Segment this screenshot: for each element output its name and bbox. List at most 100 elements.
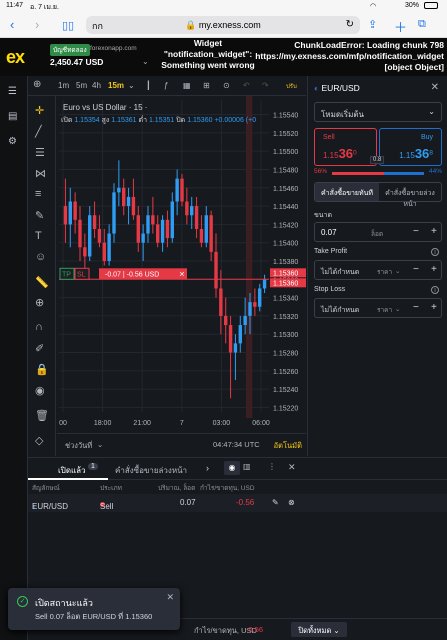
magnet-icon[interactable]: ∩ [35,321,43,333]
candlestick-chart[interactable]: 1.15540 1.15520 1.15500 1.15480 1.15460 1.154… [57,96,306,433]
date-range-button[interactable]: ช่วงวันที่ [65,440,92,452]
trade-panel: ◐ EUR/USD ✕ โหมดเริ่มต้น ⌄ Sell 1.15360 … [307,76,447,456]
horizontal-lines-icon[interactable]: ☰ [35,146,45,159]
candle-body [248,302,252,316]
volume-field[interactable]: 0.07 ล็อต − + [314,222,442,242]
close-all-button[interactable]: ปิดทั้งหมด ⌄ [291,622,347,637]
share-icon[interactable]: ⇪ [368,18,377,31]
timeframe-15m[interactable]: 15m [108,81,124,90]
tabs-icon[interactable]: ⧉ [418,18,426,31]
eye-icon[interactable]: ◉ [35,384,45,397]
address-bar[interactable]: กก 🔒 my.exness.com ↻ [86,16,360,34]
tab-pending-orders[interactable]: คำสั่งซื้อขายล่วงหน้า [115,464,187,477]
utc-clock[interactable]: 04:47:34 UTC [213,440,260,449]
new-tab-icon[interactable]: ＋ [394,17,407,36]
positions-table-header: สัญลักษณ์ ประเภท ปริมาณ, ล็อต กำไร/ขาดทุ… [28,480,447,492]
layout-icon[interactable]: ▦ [183,81,191,90]
fibonacci-icon[interactable]: ≡ [35,188,41,200]
take-profit-field[interactable]: ไม่ได้กำหนด ราคา ⌄ − + [314,260,442,280]
chart-type-icon[interactable]: ┃ [146,81,151,90]
sell-button[interactable]: Sell 1.15360 [314,128,377,166]
timeframe-4h[interactable]: 4h [92,81,101,90]
pattern-icon[interactable]: ⋈ [35,167,46,180]
close-icon[interactable]: ✕ [166,592,174,603]
back-icon[interactable]: ‹ [10,17,14,32]
trash-icon[interactable]: 🗑 [35,409,49,422]
grid-icon[interactable]: ⊞ [203,81,210,90]
close-position-icon[interactable]: ⊗ [288,498,295,507]
chart-area[interactable]: 1.15540 1.15520 1.15500 1.15480 1.15460 1.154… [57,96,306,433]
info-icon[interactable]: i [431,248,439,256]
stop-loss-label: Stop Loss [314,286,346,293]
sell-price-prefix: 1.15 [323,151,339,160]
y-tick-label: 1.15340 [273,296,298,303]
table-row[interactable]: ◐ EUR/USD Sell 0.07 -0.56 ✎ ⊗ [28,494,447,512]
undo-icon[interactable]: ↶ [243,81,250,90]
redo-icon[interactable]: ↷ [262,81,269,90]
tab-market-order[interactable]: คำสั่งซื้อขายทันที [315,183,379,201]
stop-loss-field[interactable]: ไม่ได้กำหนด ราคา ⌄ − + [314,298,442,318]
forward-icon[interactable]: › [35,17,39,32]
timeframe-1m[interactable]: 1m [58,81,69,90]
edit-icon[interactable]: ✎ [272,498,279,507]
zoom-icon[interactable]: ⊕ [35,296,44,309]
alert-icon[interactable]: ⊙ [223,81,230,90]
tab-open-positions[interactable]: เปิดแล้ว [58,464,86,477]
candle-body [219,288,223,316]
chevron-down-icon[interactable]: ⌄ [395,267,400,275]
buy-button[interactable]: Buy 1.15368 [379,128,442,166]
text-icon[interactable]: T [35,230,42,242]
stop-loss-decrease-button[interactable]: − [413,302,419,313]
take-profit-decrease-button[interactable]: − [413,264,419,275]
lock-drawing-icon[interactable]: ✐ [35,342,44,355]
position-symbol-text: EUR/USD [32,502,69,511]
change-value: +0.00006 (+0 [214,117,257,124]
volume-increase-button[interactable]: + [431,226,437,237]
take-profit-unit[interactable]: ราคา [377,267,392,277]
object-tree-icon[interactable]: ◇ [35,434,43,447]
sell-price-sup: 0 [353,149,357,157]
autofit-button[interactable]: อัตโนมัติ [274,440,302,452]
col-pl: กำไร/ขาดทุน, USD [200,485,255,492]
ruler-icon[interactable]: 📏 [35,276,49,289]
menu-icon[interactable]: ☰ [8,86,17,97]
bookmarks-icon[interactable]: ▯▯ [62,19,74,32]
info-icon[interactable]: i [431,286,439,294]
adjust-label[interactable]: ปรับ [286,81,297,91]
volume-decrease-button[interactable]: − [413,226,419,237]
candle-body [224,315,228,326]
eye-icon[interactable]: ◉ [224,461,240,475]
take-profit-increase-button[interactable]: + [431,264,437,275]
lock-icon[interactable]: 🔒 [35,363,49,376]
trend-line-icon[interactable]: ╱ [35,125,42,138]
tab-pending-order[interactable]: คำสั่งซื้อขายล่วงหน้า [379,183,441,208]
indicators-icon[interactable]: ƒ [164,81,168,90]
chevron-right-icon[interactable]: › [206,463,209,473]
reload-icon[interactable]: ↻ [346,19,354,30]
trash-icon[interactable]: ▥ [243,462,251,471]
settings-icon[interactable]: ⚙ [8,136,17,147]
crosshair-icon[interactable]: ✛ [35,104,44,117]
candle-body [92,215,97,229]
chevron-down-icon[interactable]: ⌄ [97,440,103,449]
stop-loss-increase-button[interactable]: + [431,302,437,313]
close-icon[interactable]: ✕ [288,462,296,473]
candle-body [180,178,184,202]
exness-logo[interactable]: ex [6,47,25,68]
brush-icon[interactable]: ✎ [35,209,44,222]
account-selector[interactable]: บัญชีทดลอง forexonapp.com 2,450.47 USD ⌄ [46,42,156,72]
timeframe-5m[interactable]: 5m [76,81,87,90]
sell-label: Sell [323,134,335,141]
emoji-icon[interactable]: ☺ [35,251,46,263]
add-indicator-icon[interactable]: ⊕ [33,79,41,90]
candle-body [107,233,111,261]
more-icon[interactable]: ⋮ [268,462,276,471]
chevron-down-icon[interactable]: ⌄ [128,81,135,90]
y-tick-label: 1.15400 [273,241,298,248]
order-mode-select[interactable]: โหมดเริ่มต้น ⌄ [314,102,442,122]
calendar-icon[interactable]: ▤ [8,111,17,122]
close-icon[interactable]: ✕ [431,82,439,93]
candle-body [117,187,121,193]
stop-loss-unit[interactable]: ราคา [377,305,392,315]
chevron-down-icon[interactable]: ⌄ [395,305,400,313]
